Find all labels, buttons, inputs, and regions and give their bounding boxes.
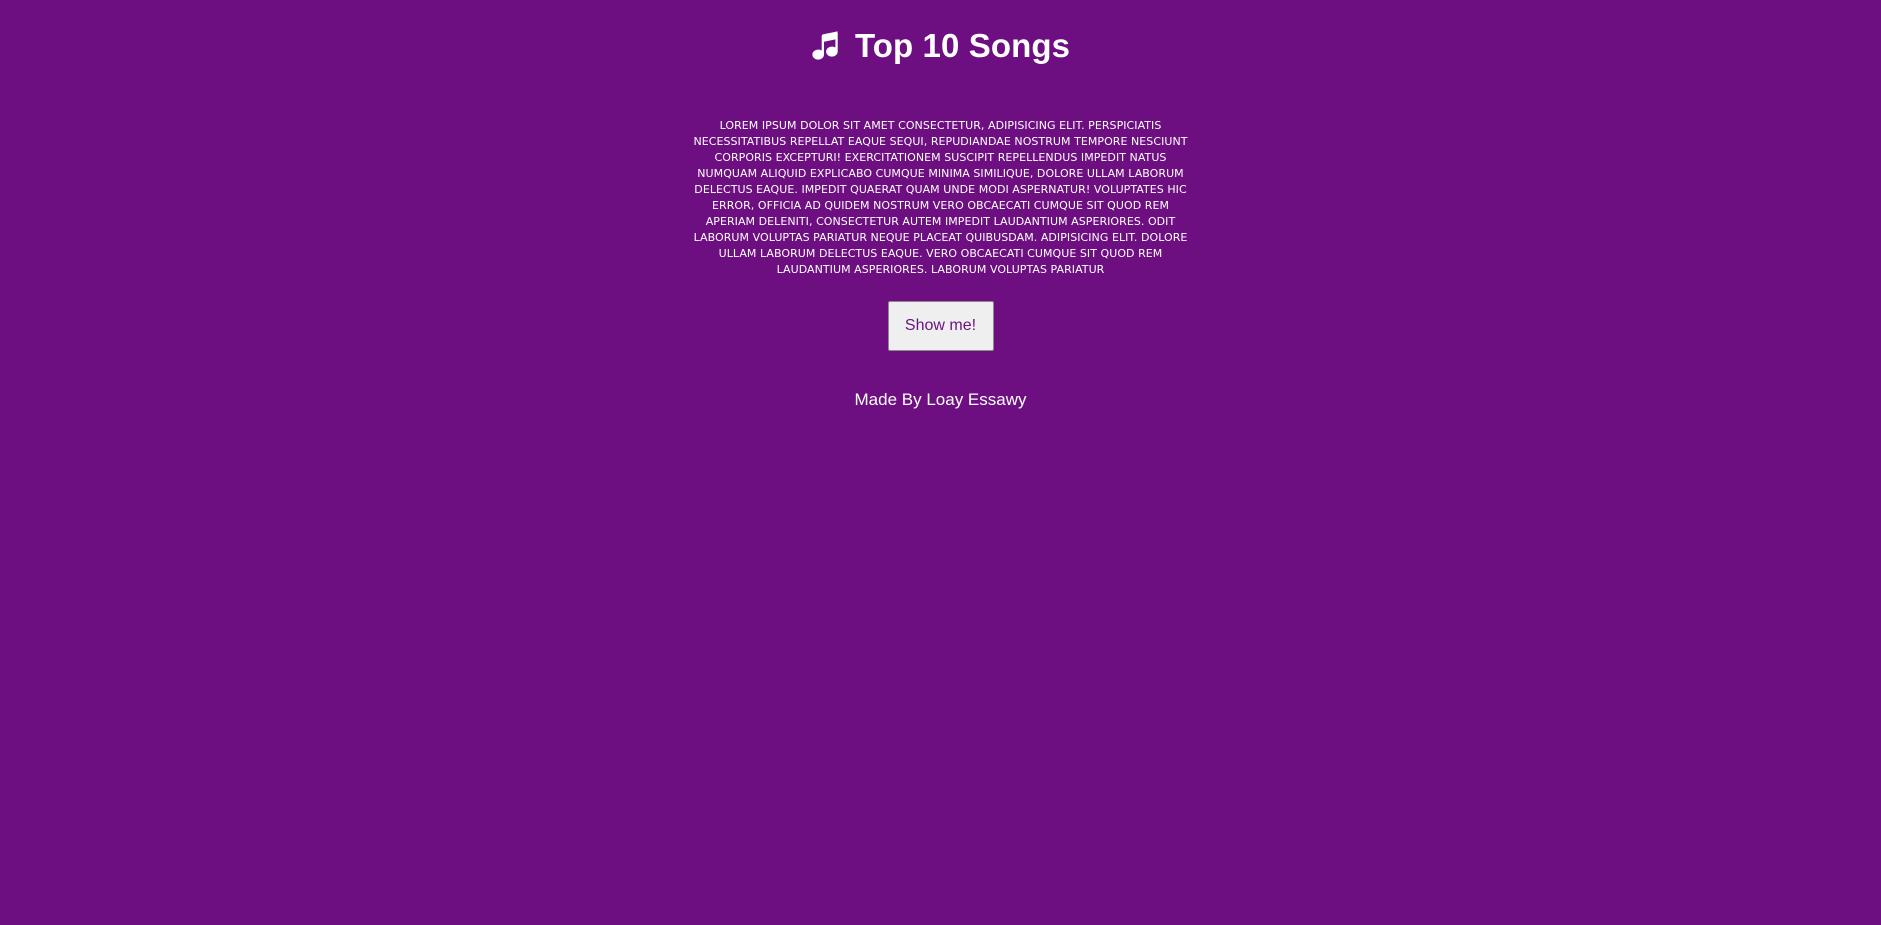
intro-paragraph: LOREM IPSUM DOLOR SIT AMET CONSECTETUR, …	[693, 119, 1188, 276]
title-group: Top 10 Songs	[811, 28, 1070, 62]
show-me-button[interactable]: Show me!	[887, 301, 994, 351]
page-header: Top 10 Songs	[0, 28, 1881, 62]
page-root: Top 10 Songs LOREM IPSUM DOLOR SIT AMET …	[0, 0, 1881, 925]
music-note-icon	[811, 28, 845, 62]
page-title: Top 10 Songs	[854, 26, 1071, 64]
footer-credit: Made By Loay Essawy	[854, 390, 1027, 409]
button-container: Show me!	[0, 301, 1881, 351]
